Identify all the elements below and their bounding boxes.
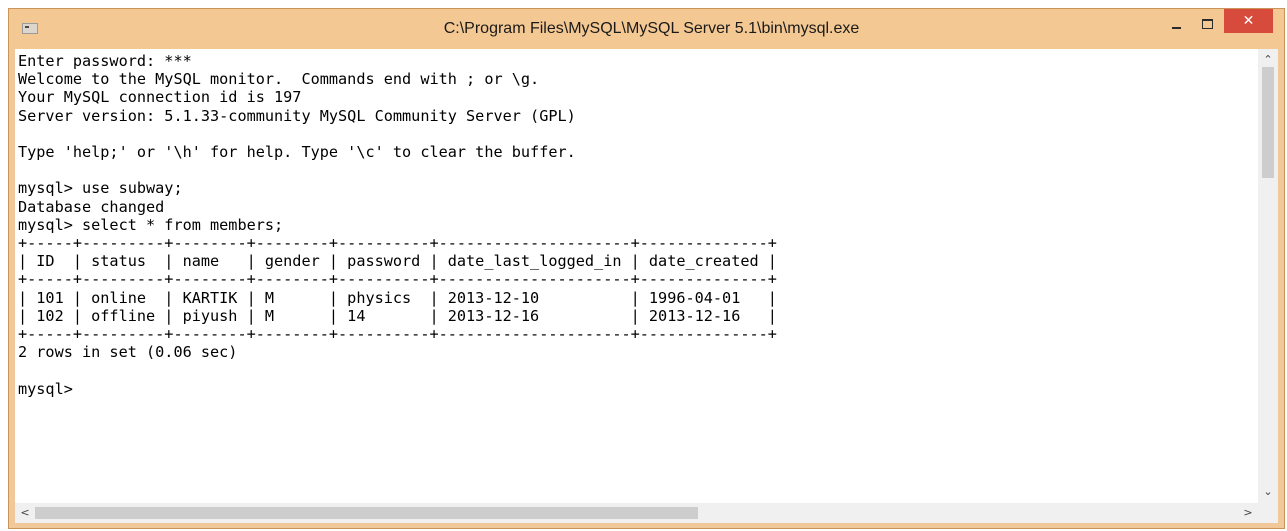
- console-line: | 102 | offline | piyush | M | 14 | 2013…: [18, 306, 777, 325]
- window-title: C:\Program Files\MySQL\MySQL Server 5.1\…: [443, 20, 860, 37]
- console-line: Welcome to the MySQL monitor. Commands e…: [18, 70, 540, 89]
- console-output[interactable]: Enter password: *** Welcome to the MySQL…: [15, 49, 1258, 503]
- horizontal-scrollbar[interactable]: < >: [15, 503, 1258, 523]
- scroll-left-icon[interactable]: <: [15, 506, 35, 520]
- minimize-icon: [1171, 27, 1181, 29]
- resize-grip-corner[interactable]: [1258, 503, 1278, 523]
- console-line: +-----+---------+--------+--------+-----…: [18, 270, 777, 289]
- close-icon: ✕: [1242, 13, 1255, 29]
- console-line: +-----+---------+--------+--------+-----…: [18, 325, 777, 344]
- minimize-button[interactable]: [1163, 11, 1189, 37]
- maximize-button[interactable]: [1192, 11, 1222, 37]
- console-line: mysql> use subway;: [18, 179, 183, 198]
- console-line: Enter password: ***: [18, 52, 192, 70]
- console-line: mysql>: [18, 379, 73, 398]
- console-line: 2 rows in set (0.06 sec): [18, 343, 238, 362]
- console-line: | ID | status | name | gender | password…: [18, 252, 777, 271]
- console-text: Enter password: *** Welcome to the MySQL…: [15, 49, 1258, 398]
- console-line: Type 'help;' or '\h' for help. Type '\c'…: [18, 143, 576, 162]
- console-line: Database changed: [18, 197, 165, 216]
- console-window: C:\Program Files\MySQL\MySQL Server 5.1\…: [8, 8, 1285, 529]
- vertical-scroll-thumb[interactable]: [1262, 67, 1274, 178]
- console-line: +-----+---------+--------+--------+-----…: [18, 234, 777, 253]
- scroll-up-icon[interactable]: ⌃: [1258, 53, 1278, 67]
- console-line: Your MySQL connection id is 197: [18, 88, 302, 107]
- close-button[interactable]: ✕: [1224, 9, 1273, 33]
- maximize-icon: [1201, 19, 1213, 29]
- horizontal-scroll-thumb[interactable]: [35, 507, 698, 519]
- scroll-right-icon[interactable]: >: [1238, 506, 1258, 520]
- scroll-down-icon[interactable]: ⌄: [1258, 485, 1278, 499]
- vertical-scrollbar[interactable]: ⌃ ⌄: [1258, 49, 1278, 503]
- console-line: mysql> select * from members;: [18, 215, 284, 234]
- console-line: | 101 | online | KARTIK | M | physics | …: [18, 288, 777, 307]
- title-bar[interactable]: C:\Program Files\MySQL\MySQL Server 5.1\…: [9, 9, 1284, 49]
- console-line: Server version: 5.1.33-community MySQL C…: [18, 106, 576, 125]
